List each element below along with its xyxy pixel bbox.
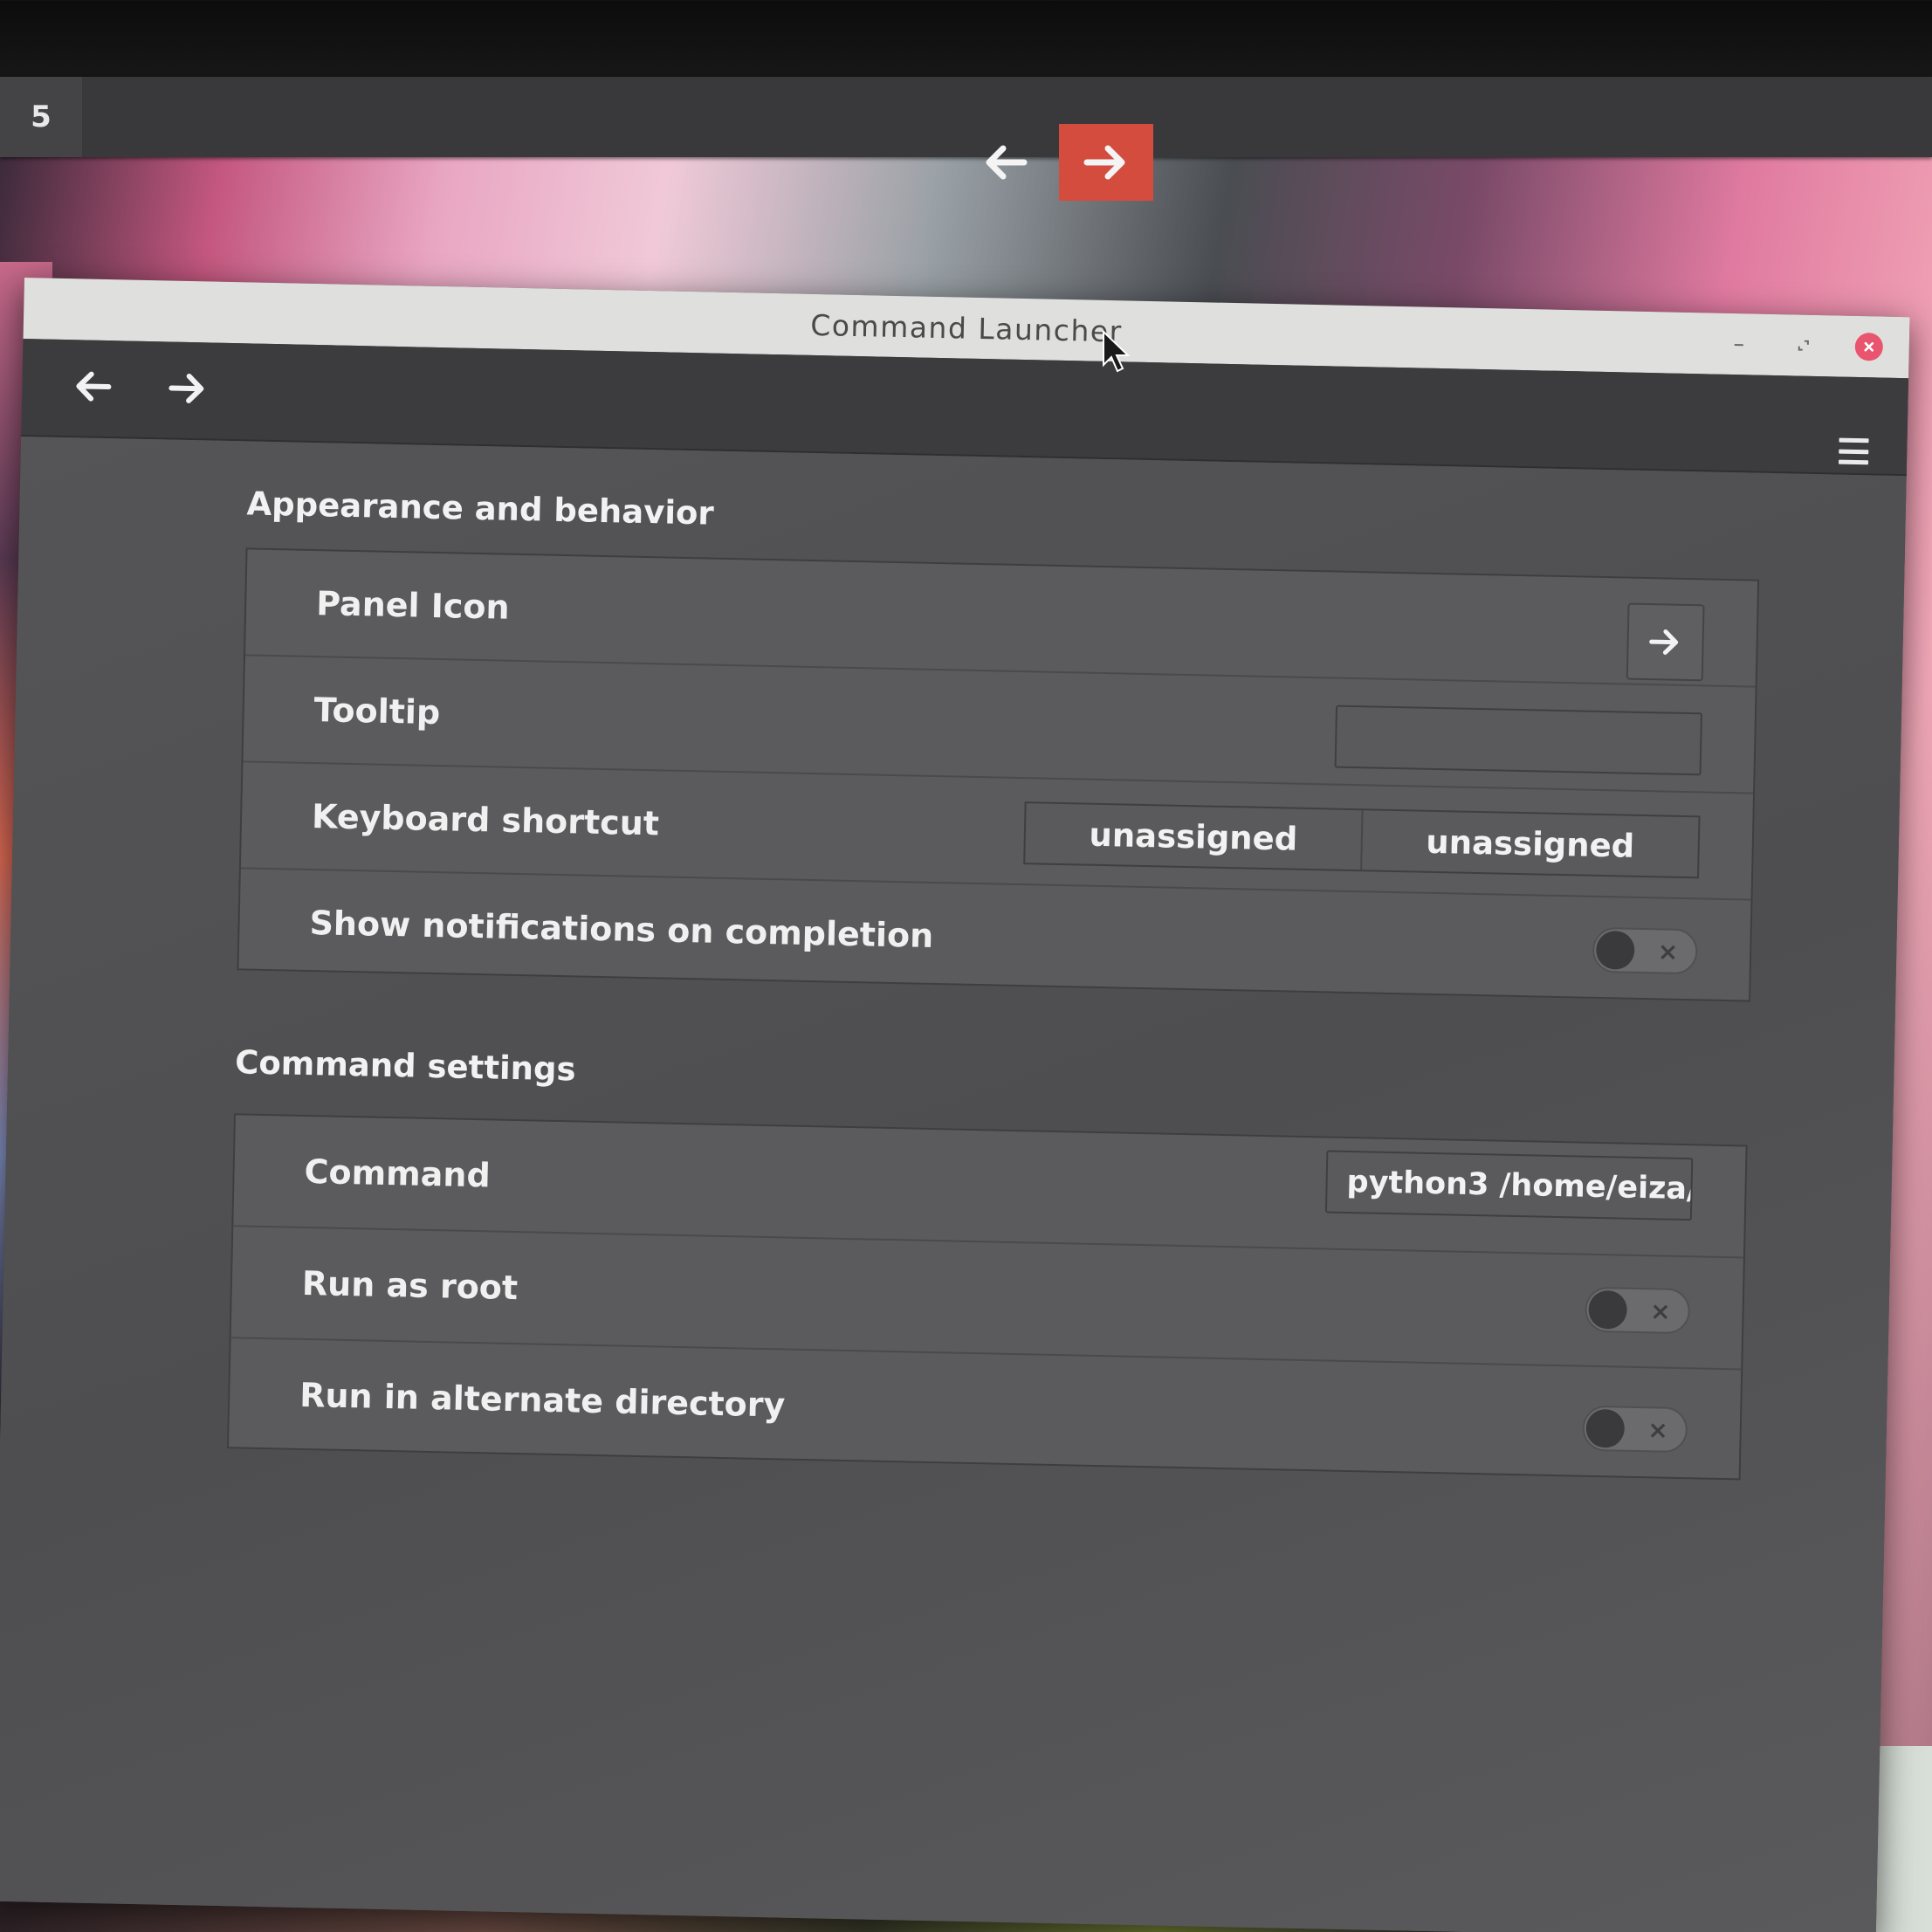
minimize-icon	[1734, 344, 1743, 347]
window-controls	[1725, 313, 1884, 378]
keyboard-shortcut-editor: unassigned unassigned	[1023, 801, 1701, 879]
panel-icon-label: Panel Icon	[315, 584, 511, 627]
arrow-left-icon	[986, 145, 1028, 180]
alternate-directory-toggle[interactable]: ×	[1582, 1405, 1688, 1454]
maximize-icon	[1798, 340, 1809, 351]
command-launcher-window: Command Launcher Appearance and behavior…	[0, 278, 1910, 1932]
keyboard-shortcut-label: Keyboard shortcut	[311, 797, 660, 843]
notifications-toggle[interactable]: ×	[1592, 926, 1698, 975]
command-label: Command	[304, 1152, 492, 1195]
arrow-right-icon	[1083, 145, 1125, 180]
off-x-icon: ×	[1649, 1296, 1671, 1326]
close-button[interactable]	[1854, 332, 1884, 361]
forward-button[interactable]	[162, 364, 215, 412]
close-icon	[1864, 341, 1874, 352]
arrow-left-icon	[76, 371, 112, 402]
shortcut-primary-cell[interactable]: unassigned	[1025, 803, 1361, 870]
panel-forward-button[interactable]	[1059, 124, 1153, 201]
notifications-label: Show notifications on completion	[309, 904, 934, 955]
off-x-icon: ×	[1657, 936, 1679, 966]
command-input[interactable]: python3 /home/eiza/Scri	[1324, 1150, 1694, 1221]
shortcut-secondary-cell[interactable]: unassigned	[1360, 810, 1699, 877]
section-title-command: Command settings	[234, 1043, 576, 1089]
settings-content: Appearance and behavior Panel Icon Toolt…	[0, 436, 1907, 1932]
top-panel: 5	[0, 77, 1932, 201]
toggle-knob	[1585, 1408, 1626, 1448]
alternate-directory-label: Run in alternate directory	[299, 1375, 786, 1425]
mouse-cursor-icon	[1103, 330, 1131, 373]
toggle-knob	[1595, 930, 1635, 970]
minimize-button[interactable]	[1726, 331, 1753, 358]
maximize-button[interactable]	[1791, 332, 1818, 359]
back-button[interactable]	[65, 362, 119, 410]
run-as-root-label: Run as root	[301, 1263, 519, 1308]
appearance-settings-group: Panel Icon Tooltip Keyboard shortcut una…	[237, 547, 1760, 1002]
run-as-root-toggle[interactable]: ×	[1585, 1286, 1691, 1335]
section-title-appearance: Appearance and behavior	[246, 485, 715, 533]
hamburger-menu-icon[interactable]	[1838, 437, 1869, 465]
tooltip-input[interactable]	[1334, 705, 1702, 776]
arrow-right-icon	[168, 373, 204, 403]
panel-icon-chooser-button[interactable]	[1626, 602, 1705, 682]
tooltip-label: Tooltip	[313, 691, 441, 732]
off-x-icon: ×	[1647, 1414, 1669, 1445]
command-settings-group: Command python3 /home/eiza/Scri Run as r…	[226, 1113, 1748, 1481]
workspace-indicator[interactable]: 5	[0, 77, 82, 157]
window-title: Command Launcher	[809, 307, 1124, 348]
panel-back-button[interactable]	[958, 124, 1052, 201]
arrow-right-icon	[1649, 629, 1679, 655]
toggle-knob	[1588, 1289, 1628, 1330]
